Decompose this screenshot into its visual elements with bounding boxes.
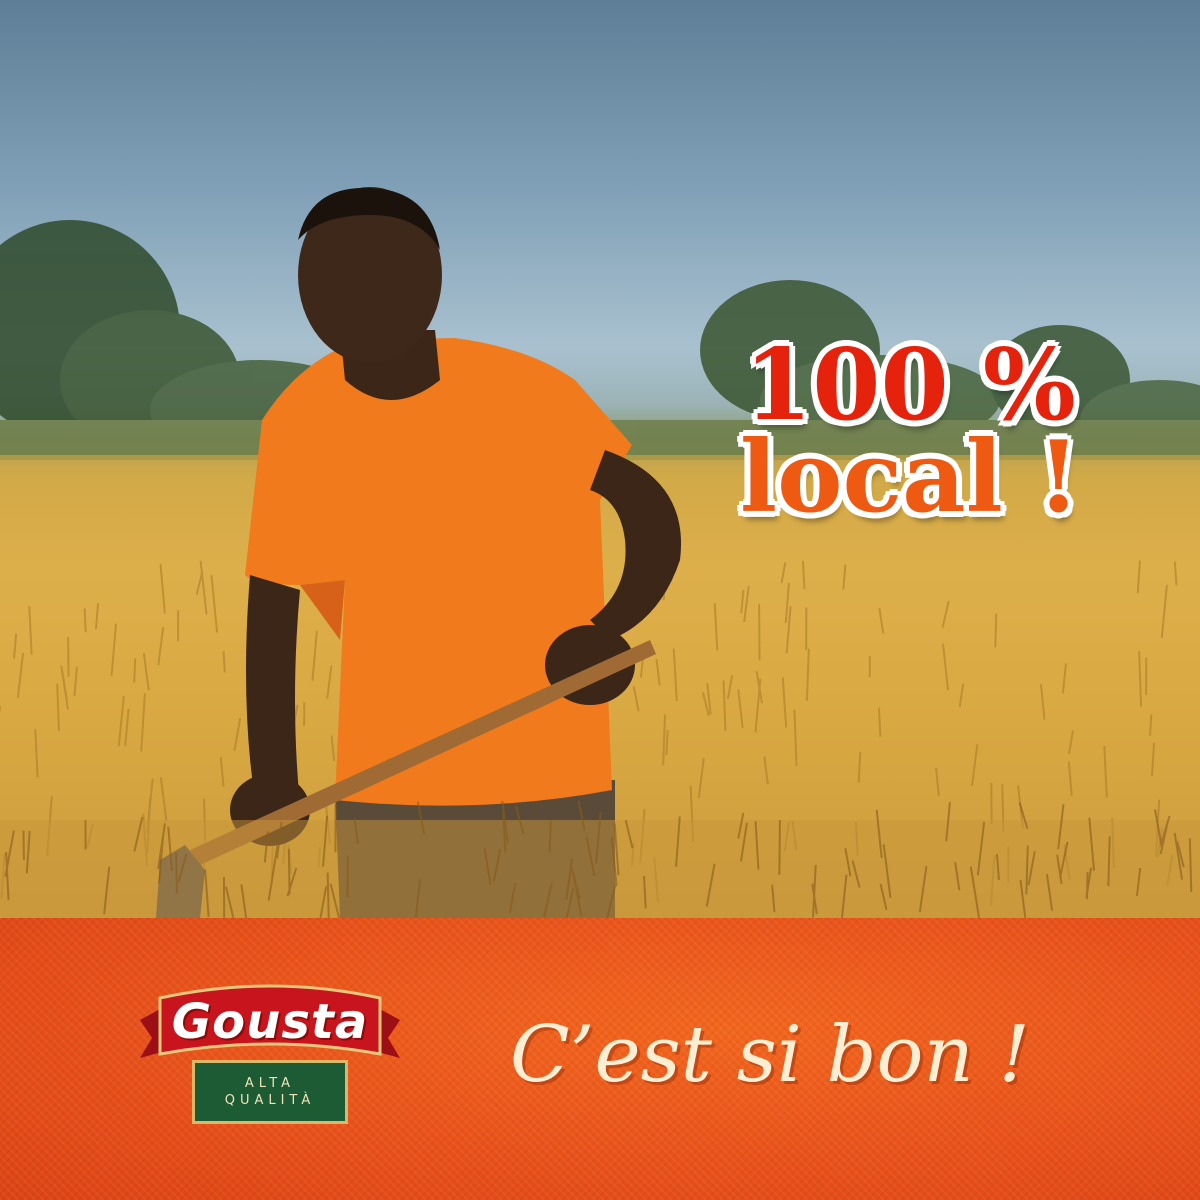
headline: 100 % local ! — [720, 328, 1100, 535]
logo-green-panel — [192, 1060, 348, 1124]
brand-tagline-line-1: ALTA — [244, 1076, 296, 1091]
headline-line-1: 100 % — [744, 328, 1076, 443]
bottom-banner: Gousta ALTA QUALITÀ C’est si bon ! — [0, 918, 1200, 1200]
photo-background: 100 % local ! — [0, 0, 1200, 918]
brand-tagline-line-2: QUALITÀ — [224, 1093, 316, 1108]
slogan: C’est si bon ! — [510, 1010, 1030, 1100]
headline-line-2: local ! — [739, 420, 1081, 535]
brand-logo: Gousta ALTA QUALITÀ — [140, 980, 400, 1130]
brand-name: Gousta — [171, 994, 369, 1050]
ad-canvas: 100 % local ! Gousta ALTA QUALITÀ C’est … — [0, 0, 1200, 1200]
